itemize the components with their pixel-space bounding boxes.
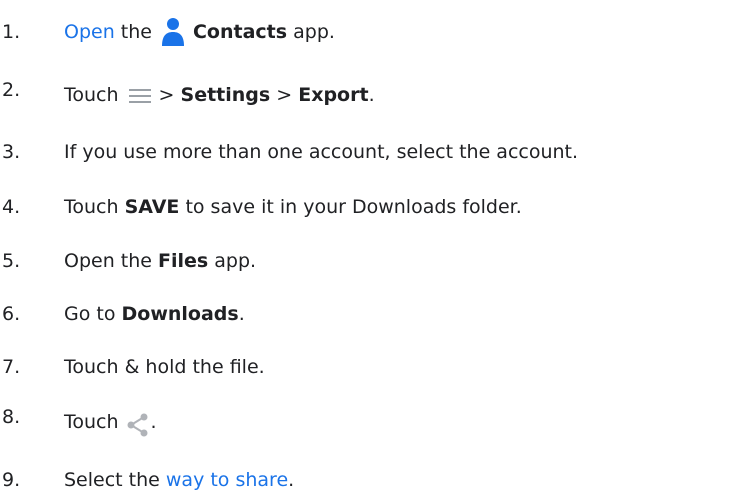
step-text: app.	[214, 250, 257, 272]
share-icon	[125, 412, 151, 438]
contacts-app-name: Contacts	[192, 21, 288, 43]
step-2: 2. Touch > Settings > Export .	[0, 78, 375, 112]
step-number: 7.	[2, 356, 21, 378]
step-text: .	[368, 84, 375, 106]
step-1: 1. Open the Contacts app.	[0, 15, 335, 49]
step-text: .	[288, 469, 295, 491]
step-number: 6.	[2, 303, 21, 325]
step-number: 3.	[2, 141, 21, 163]
step-text: the	[120, 21, 152, 43]
step-number: 9.	[2, 469, 21, 491]
step-7: 7. Touch & hold the file.	[0, 350, 265, 384]
separator: >	[158, 84, 175, 106]
step-text: .	[238, 303, 245, 325]
files-app-name: Files	[158, 250, 209, 272]
step-4: 4. Touch SAVE to save it in your Downloa…	[0, 190, 522, 224]
step-text: Go to	[64, 303, 116, 325]
step-8: 8. Touch .	[0, 405, 157, 439]
step-number: 1.	[2, 21, 21, 43]
export-label: Export	[298, 84, 369, 106]
way-to-share-link[interactable]: way to share	[166, 469, 288, 491]
step-text: Touch & hold the file.	[64, 356, 265, 378]
contacts-person-icon	[160, 17, 186, 47]
step-text: .	[150, 411, 157, 433]
step-number: 4.	[2, 196, 21, 218]
step-text: Open the	[64, 250, 152, 272]
menu-icon	[128, 87, 151, 103]
step-text: If you use more than one account, select…	[64, 141, 579, 163]
open-link[interactable]: Open	[64, 21, 115, 43]
step-text: Touch	[64, 196, 119, 218]
step-text: Touch	[64, 84, 119, 106]
step-number: 2.	[2, 79, 21, 101]
step-number: 8.	[2, 406, 21, 428]
downloads-label: Downloads	[121, 303, 239, 325]
settings-label: Settings	[180, 84, 271, 106]
step-6: 6. Go to Downloads .	[0, 297, 245, 331]
step-3: 3. If you use more than one account, sel…	[0, 135, 578, 169]
step-text: app.	[293, 21, 335, 43]
step-text: Touch	[64, 411, 119, 433]
separator: >	[276, 84, 293, 106]
step-text: Select the	[64, 469, 160, 491]
step-text: to save it in your Downloads folder.	[185, 196, 522, 218]
save-label: SAVE	[124, 196, 180, 218]
step-number: 5.	[2, 250, 21, 272]
step-5: 5. Open the Files app.	[0, 244, 256, 278]
step-9: 9. Select the way to share .	[0, 463, 294, 497]
